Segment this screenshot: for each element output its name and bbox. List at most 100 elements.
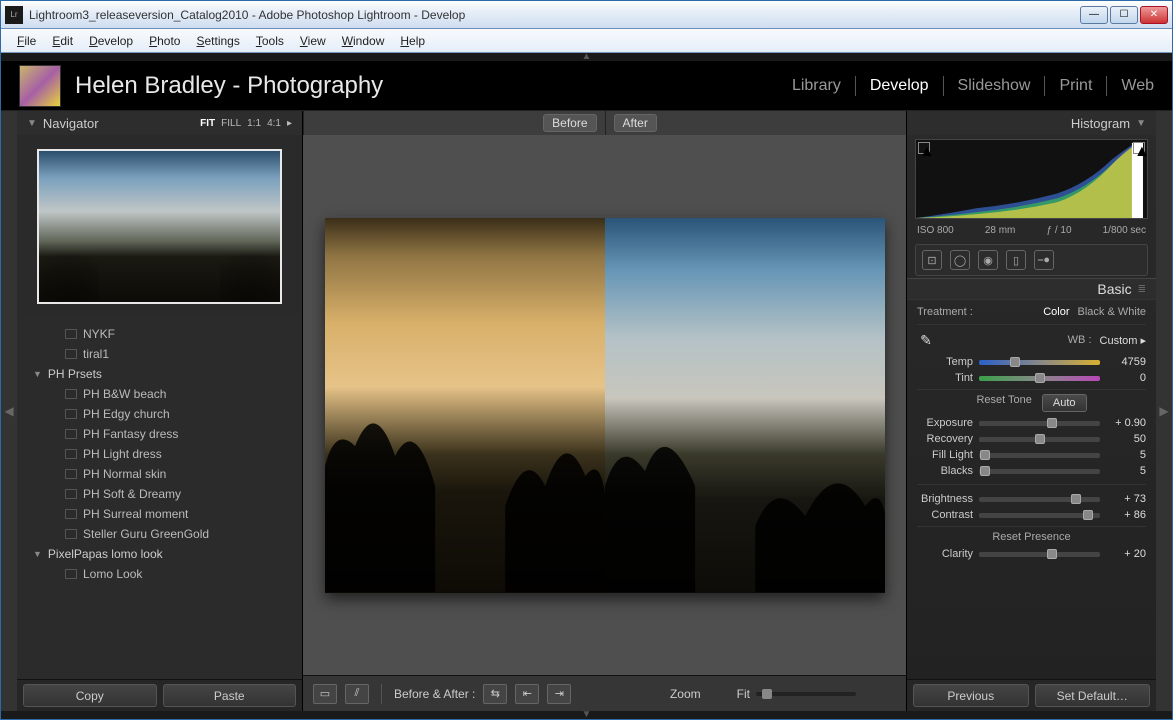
eyedropper-icon[interactable]: ✎	[917, 331, 935, 349]
crop-tool-icon[interactable]: ⊡	[922, 250, 942, 270]
titlebar[interactable]: Lr Lightroom3_releaseversion_Catalog2010…	[1, 1, 1172, 29]
zoom-fill[interactable]: FILL	[221, 118, 241, 129]
paste-button[interactable]: Paste	[163, 684, 297, 707]
module-develop[interactable]: Develop	[870, 77, 929, 95]
collapse-left-icon[interactable]: ◀	[1, 111, 17, 711]
module-web[interactable]: Web	[1121, 77, 1154, 95]
brightness-value[interactable]: + 73	[1106, 493, 1146, 505]
collapse-triangle-icon: ▼	[1136, 118, 1146, 129]
menu-edit[interactable]: Edit	[44, 32, 81, 50]
temp-value[interactable]: 4759	[1106, 356, 1146, 368]
gradient-tool-icon[interactable]: ▯	[1006, 250, 1026, 270]
shutter-value: 1/800 sec	[1103, 225, 1146, 236]
module-print[interactable]: Print	[1059, 77, 1092, 95]
collapse-right-icon[interactable]: ▶	[1156, 111, 1172, 711]
preset-item[interactable]: Steller Guru GreenGold	[17, 524, 302, 544]
preset-list[interactable]: NYKF tiral1 ▼PH Prsets PH B&W beach PH E…	[17, 318, 302, 679]
zoom-slider[interactable]	[756, 692, 856, 696]
close-button[interactable]: ✕	[1140, 6, 1168, 24]
recovery-value[interactable]: 50	[1106, 433, 1146, 445]
preset-item[interactable]: tiral1	[17, 344, 302, 364]
loupe-view-button[interactable]: ▭	[313, 684, 337, 704]
menu-file[interactable]: File	[9, 32, 44, 50]
preset-item[interactable]: NYKF	[17, 324, 302, 344]
zoom-4-1[interactable]: 4:1	[267, 118, 281, 129]
temp-slider[interactable]	[979, 360, 1100, 365]
menu-view[interactable]: View	[292, 32, 334, 50]
preset-item[interactable]: PH Fantasy dress	[17, 424, 302, 444]
module-slideshow[interactable]: Slideshow	[958, 77, 1031, 95]
preset-item[interactable]: PH Surreal moment	[17, 504, 302, 524]
wb-label: WB :	[1068, 334, 1092, 346]
wb-dropdown[interactable]: Custom ▸	[1100, 334, 1146, 347]
preset-label: NYKF	[83, 327, 115, 341]
spot-tool-icon[interactable]: ◯	[950, 250, 970, 270]
recovery-slider[interactable]	[979, 437, 1100, 442]
preset-item[interactable]: PH Edgy church	[17, 404, 302, 424]
zoom-more-icon[interactable]: ▸	[287, 118, 292, 129]
swap-button[interactable]: ⇆	[483, 684, 507, 704]
collapse-top-icon[interactable]: ▲	[1, 53, 1172, 61]
exposure-value[interactable]: + 0.90	[1106, 417, 1146, 429]
zoom-1-1[interactable]: 1:1	[247, 118, 261, 129]
copy-after-button[interactable]: ⇥	[547, 684, 571, 704]
auto-tone-button[interactable]: Auto	[1042, 394, 1087, 412]
menubar: File Edit Develop Photo Settings Tools V…	[1, 29, 1172, 53]
fill-light-value[interactable]: 5	[1106, 449, 1146, 461]
previous-button[interactable]: Previous	[913, 684, 1029, 707]
contrast-label: Contrast	[917, 509, 973, 521]
before-after-image[interactable]	[325, 218, 885, 593]
copy-button[interactable]: Copy	[23, 684, 157, 707]
treatment-bw[interactable]: Black & White	[1078, 306, 1146, 318]
contrast-slider[interactable]	[979, 513, 1100, 518]
clarity-slider[interactable]	[979, 552, 1100, 557]
preset-item[interactable]: Lomo Look	[17, 564, 302, 584]
histogram-graph[interactable]: ▲ ▲	[915, 139, 1148, 219]
top-bar: Helen Bradley - Photography Library Deve…	[1, 61, 1172, 111]
highlight-clip-icon[interactable]: ▲	[1133, 142, 1145, 154]
treatment-color[interactable]: Color	[1043, 306, 1069, 318]
menu-tools[interactable]: Tools	[248, 32, 292, 50]
temp-label: Temp	[917, 356, 973, 368]
exposure-slider[interactable]	[979, 421, 1100, 426]
menu-settings[interactable]: Settings	[188, 32, 247, 50]
reset-presence-label[interactable]: Reset Presence	[992, 531, 1070, 543]
panel-menu-icon[interactable]: ≣	[1138, 284, 1146, 295]
clarity-value[interactable]: + 20	[1106, 548, 1146, 560]
minimize-button[interactable]: —	[1080, 6, 1108, 24]
tint-value[interactable]: 0	[1106, 372, 1146, 384]
navigator-thumbnail[interactable]	[37, 149, 282, 304]
menu-help[interactable]: Help	[392, 32, 433, 50]
brush-tool-icon[interactable]: ⎯●	[1034, 250, 1054, 270]
preset-item[interactable]: PH Light dress	[17, 444, 302, 464]
preset-folder[interactable]: ▼PH Prsets	[17, 364, 302, 384]
set-default-button[interactable]: Set Default…	[1035, 684, 1151, 707]
brightness-slider[interactable]	[979, 497, 1100, 502]
navigator-header[interactable]: ▼ Navigator FIT FILL 1:1 4:1 ▸	[17, 111, 302, 135]
preset-folder[interactable]: ▼PixelPapas lomo look	[17, 544, 302, 564]
tint-slider[interactable]	[979, 376, 1100, 381]
zoom-fit-label: Fit	[737, 687, 750, 701]
contrast-value[interactable]: + 86	[1106, 509, 1146, 521]
blacks-slider[interactable]	[979, 469, 1100, 474]
menu-window[interactable]: Window	[334, 32, 393, 50]
shadow-clip-icon[interactable]: ▲	[918, 142, 930, 154]
fill-light-slider[interactable]	[979, 453, 1100, 458]
zoom-fit[interactable]: FIT	[200, 118, 215, 129]
basic-panel-header[interactable]: Basic ≣	[907, 278, 1156, 300]
maximize-button[interactable]: ☐	[1110, 6, 1138, 24]
histogram-header[interactable]: Histogram ▼	[907, 111, 1156, 135]
preset-item[interactable]: PH Soft & Dreamy	[17, 484, 302, 504]
preset-item[interactable]: PH B&W beach	[17, 384, 302, 404]
module-library[interactable]: Library	[792, 77, 841, 95]
blacks-value[interactable]: 5	[1106, 465, 1146, 477]
compare-view-button[interactable]: ⫽	[345, 684, 369, 704]
collapse-bottom-icon[interactable]: ▼	[1, 711, 1172, 719]
reset-tone-label[interactable]: Reset Tone	[976, 394, 1031, 412]
tool-strip: ⊡ ◯ ◉ ▯ ⎯●	[915, 244, 1148, 276]
preset-item[interactable]: PH Normal skin	[17, 464, 302, 484]
menu-develop[interactable]: Develop	[81, 32, 141, 50]
redeye-tool-icon[interactable]: ◉	[978, 250, 998, 270]
copy-before-button[interactable]: ⇤	[515, 684, 539, 704]
menu-photo[interactable]: Photo	[141, 32, 188, 50]
